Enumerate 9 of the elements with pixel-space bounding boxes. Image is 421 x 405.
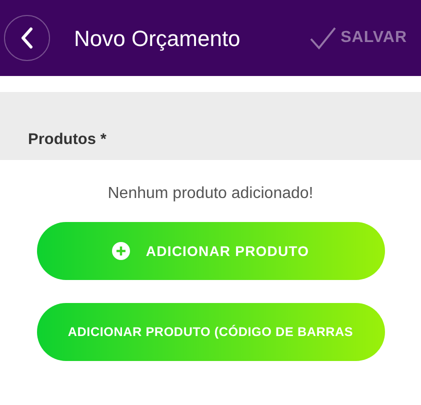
screen-title: Novo Orçamento [74, 24, 240, 53]
empty-message: Nenhum produto adicionado! [106, 184, 314, 204]
back-button[interactable] [4, 15, 50, 61]
add-icon [112, 242, 130, 260]
add-product-button[interactable]: ADICIONAR PRODUTO [36, 222, 384, 280]
back-icon [20, 27, 34, 49]
section-label: Produtos * [28, 130, 108, 150]
check-icon [308, 26, 337, 50]
add-product-button[interactable]: ADICIONAR PRODUTO (CÓDIGO DE BARRAS [36, 303, 384, 361]
